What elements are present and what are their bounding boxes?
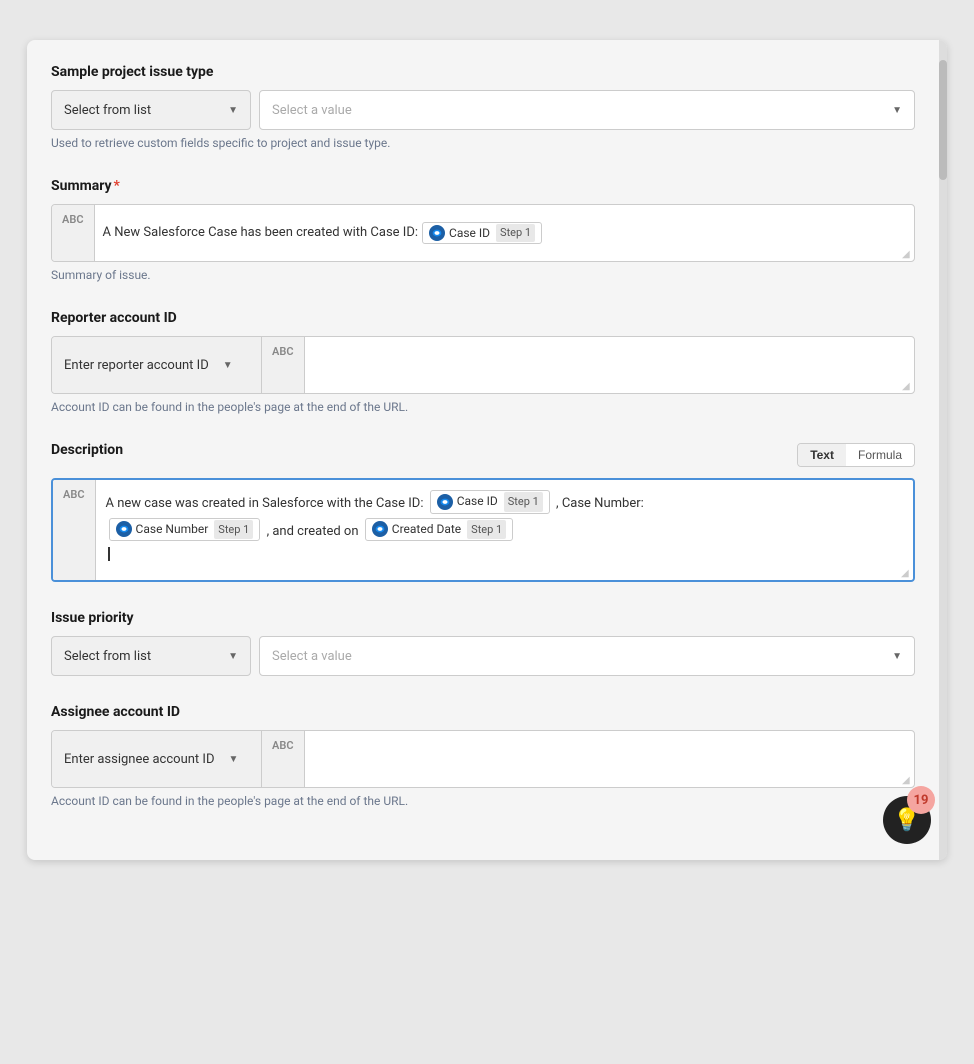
section-assignee-account-id: Assignee account ID Enter assignee accou… (51, 704, 915, 808)
toggle-formula-button[interactable]: Formula (846, 444, 914, 466)
project-issue-type-select[interactable]: Select from list ▼ (51, 90, 251, 130)
reporter-helper: Account ID can be found in the people's … (51, 400, 915, 414)
section-title-reporter: Reporter account ID (51, 310, 915, 326)
reporter-abc-label: ABC (262, 337, 305, 393)
chevron-down-icon: ▼ (892, 651, 902, 662)
project-issue-value-select[interactable]: Select a value ▼ (259, 90, 915, 130)
section-reporter-account-id: Reporter account ID Enter reporter accou… (51, 310, 915, 414)
chevron-down-icon: ▼ (228, 651, 238, 662)
main-card: Sample project issue type Select from li… (27, 40, 947, 860)
chevron-down-icon: ▼ (228, 754, 238, 765)
section-title-assignee: Assignee account ID (51, 704, 915, 720)
resize-handle[interactable]: ◢ (901, 568, 911, 578)
chevron-down-icon: ▼ (892, 105, 902, 116)
summary-case-id-tag: Case ID Step 1 (422, 222, 542, 245)
description-abc-label: ABC (53, 480, 96, 580)
salesforce-icon (429, 225, 445, 241)
scrollbar[interactable] (939, 40, 947, 860)
salesforce-icon (437, 494, 453, 510)
section-title-description: Description (51, 442, 123, 458)
notification-badge[interactable]: 19 💡 (883, 796, 931, 844)
description-toggle-group: Text Formula (797, 443, 915, 467)
summary-content[interactable]: A New Salesforce Case has been created w… (95, 205, 914, 261)
notification-count: 19 (907, 786, 935, 814)
desc-case-number-tag: Case Number Step 1 (109, 518, 261, 542)
summary-abc-label: ABC (52, 205, 95, 261)
project-issue-type-helper: Used to retrieve custom fields specific … (51, 136, 915, 150)
required-indicator: * (114, 178, 120, 194)
chevron-down-icon: ▼ (223, 360, 233, 371)
desc-case-id-tag: Case ID Step 1 (430, 490, 550, 514)
chevron-down-icon: ▼ (228, 105, 238, 116)
resize-handle[interactable]: ◢ (902, 381, 912, 391)
summary-helper: Summary of issue. (51, 268, 915, 282)
section-title-summary: Summary* (51, 178, 915, 194)
assignee-abc-label: ABC (262, 731, 305, 787)
description-box[interactable]: ABC A new case was created in Salesforce… (51, 478, 915, 582)
description-content[interactable]: A new case was created in Salesforce wit… (96, 480, 913, 580)
reporter-select-dropdown[interactable]: Enter reporter account ID ▼ (52, 337, 262, 393)
reporter-input[interactable] (305, 337, 914, 393)
assignee-input[interactable] (305, 731, 914, 787)
section-project-issue-type: Sample project issue type Select from li… (51, 64, 915, 150)
desc-created-date-tag: Created Date Step 1 (365, 518, 513, 542)
salesforce-icon (116, 521, 132, 537)
assignee-input-row: Enter assignee account ID ▼ ABC ◢ (51, 730, 915, 788)
text-cursor (108, 547, 110, 561)
issue-priority-value-select[interactable]: Select a value ▼ (259, 636, 915, 676)
reporter-input-row: Enter reporter account ID ▼ ABC ◢ (51, 336, 915, 394)
resize-handle[interactable]: ◢ (902, 775, 912, 785)
assignee-select-dropdown[interactable]: Enter assignee account ID ▼ (52, 731, 262, 787)
salesforce-icon (372, 521, 388, 537)
section-title-project-issue-type: Sample project issue type (51, 64, 915, 80)
summary-input-wrapper: ABC A New Salesforce Case has been creat… (51, 204, 915, 262)
issue-priority-select[interactable]: Select from list ▼ (51, 636, 251, 676)
section-summary: Summary* ABC A New Salesforce Case has b… (51, 178, 915, 282)
resize-handle[interactable]: ◢ (902, 249, 912, 259)
section-issue-priority: Issue priority Select from list ▼ Select… (51, 610, 915, 676)
section-description: Description Text Formula ABC A new case … (51, 442, 915, 582)
toggle-text-button[interactable]: Text (798, 444, 846, 466)
section-title-issue-priority: Issue priority (51, 610, 915, 626)
assignee-helper: Account ID can be found in the people's … (51, 794, 915, 808)
